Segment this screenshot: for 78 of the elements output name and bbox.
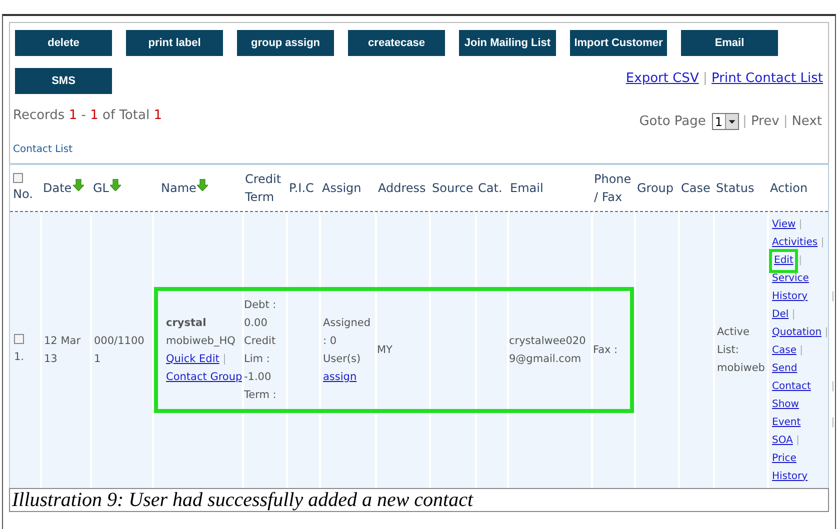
column-header: Credit Term	[245, 170, 282, 206]
column-header[interactable]: Date	[43, 178, 72, 196]
toolbar-button[interactable]: group assign	[237, 30, 334, 56]
prev-link[interactable]: Prev	[750, 112, 780, 132]
separator: |	[798, 218, 802, 230]
action-link[interactable]: Service History	[772, 270, 828, 306]
down-arrow-icon[interactable]	[110, 178, 121, 190]
table-cell-text: 000/11001	[93, 334, 146, 366]
next-link[interactable]: Next	[792, 112, 822, 132]
column-header: Email	[510, 180, 544, 196]
action-link[interactable]: Edit	[772, 252, 796, 270]
column-header: Case	[681, 180, 710, 196]
separator: |	[830, 380, 835, 392]
action-link[interactable]: Activities	[772, 234, 818, 252]
dropdown-icon	[724, 114, 738, 130]
column-header[interactable]: Name	[155, 178, 196, 196]
table-cell-text: Active List: mobiweb	[716, 324, 766, 376]
header-link[interactable]: Print Contact List	[712, 71, 823, 86]
action-link[interactable]: Del	[772, 306, 789, 324]
action-link[interactable]: Send Contact	[772, 360, 828, 396]
caption: Illustration 9: User had successfully added a new contact	[9, 488, 829, 512]
separator: |	[742, 113, 747, 131]
separator: |	[830, 416, 835, 428]
section-title[interactable]: Contact List	[13, 142, 73, 156]
separator: |	[222, 352, 226, 364]
toolbar-button[interactable]: print label	[126, 30, 223, 56]
checkbox[interactable]	[14, 334, 24, 344]
action-link[interactable]: Quotation	[772, 324, 822, 342]
table-cell-text: crystalwee0209@gmail.com	[508, 334, 587, 366]
column-header: Source	[432, 180, 474, 196]
action-link[interactable]: Price History	[772, 450, 828, 486]
table-cell-text: MY	[376, 342, 394, 358]
separator: |	[783, 113, 788, 131]
separator: |	[824, 326, 828, 338]
separator: |	[795, 434, 800, 446]
action-link[interactable]: View	[772, 216, 796, 234]
toolbar-button[interactable]: createcase	[348, 30, 445, 56]
toolbar-button[interactable]: delete	[15, 30, 112, 56]
assigned-count: Assigned : 0 User(s)	[323, 316, 372, 366]
action-link[interactable]: Case	[772, 342, 796, 360]
row-number: 1.	[14, 350, 24, 364]
company-name: mobiweb_HQ	[166, 334, 236, 348]
toolbar-button[interactable]: Email	[681, 30, 778, 56]
toolbar-button[interactable]: Join Mailing List	[459, 30, 556, 56]
table-cell-text: Debt : 0.00 Credit Lim : -1.00 Term :	[243, 298, 278, 402]
separator: |	[830, 290, 835, 302]
column-header: Status	[716, 180, 754, 196]
toolbar-button[interactable]: SMS	[15, 68, 112, 94]
separator: |	[820, 236, 824, 248]
goto-label: Goto Page	[639, 113, 706, 131]
table-link[interactable]: Contact Group	[166, 370, 242, 382]
column-header: Assign	[322, 180, 362, 196]
table-link[interactable]: Quick Edit	[166, 352, 220, 364]
down-arrow-icon[interactable]	[72, 178, 84, 190]
column-header: No.	[13, 186, 33, 202]
column-header: Cat.	[478, 180, 502, 196]
assign-link[interactable]: assign	[323, 368, 357, 386]
page-select[interactable]: 1	[712, 113, 739, 130]
separator: |	[790, 308, 796, 320]
down-arrow-icon[interactable]	[197, 178, 208, 190]
toolbar-button[interactable]: Import Customer	[570, 30, 667, 56]
column-header: Action	[770, 180, 808, 196]
table-cell-text: Fax :	[592, 342, 619, 358]
records-summary: Records 1 - 1 of Total 1	[13, 107, 162, 125]
column-header: Address	[378, 180, 426, 196]
column-header[interactable]: GL	[93, 178, 109, 196]
separator: |	[798, 254, 802, 266]
separator: |	[702, 71, 708, 86]
table-cell-text: 12 Mar 13	[43, 334, 82, 366]
column-header: Phone / Fax	[594, 170, 632, 206]
checkbox[interactable]	[13, 172, 23, 182]
separator: |	[798, 344, 804, 356]
action-link[interactable]: SOA	[772, 432, 793, 450]
column-header: P.I.C	[289, 180, 314, 196]
action-link[interactable]: Show Event	[772, 396, 828, 432]
column-header: Group	[637, 180, 674, 196]
header-link[interactable]: Export CSV	[626, 71, 699, 86]
contact-name: crystal	[166, 316, 206, 330]
